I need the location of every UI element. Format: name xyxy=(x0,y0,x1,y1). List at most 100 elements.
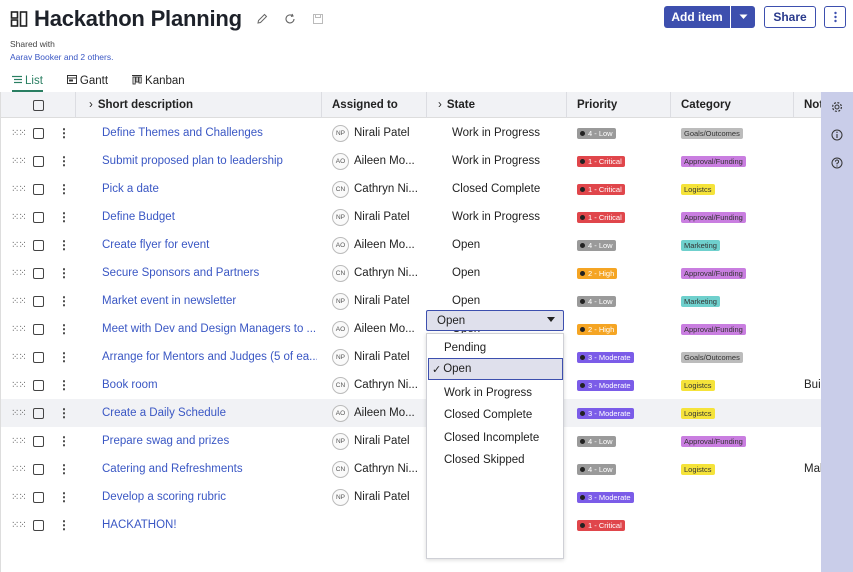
add-item-dropdown-button[interactable] xyxy=(731,6,755,28)
row-menu-icon[interactable]: ⋮ xyxy=(58,147,70,175)
drag-handle-icon[interactable]: ⁙⁙ xyxy=(11,315,26,343)
priority-cell[interactable]: 4 - Low xyxy=(577,231,667,259)
task-description-link[interactable]: Create flyer for event xyxy=(102,231,317,259)
row-menu-icon[interactable]: ⋮ xyxy=(58,511,70,539)
row-menu-icon[interactable]: ⋮ xyxy=(58,343,70,371)
task-description-link[interactable]: Meet with Dev and Design Managers to ... xyxy=(102,315,317,343)
task-description-link[interactable]: Pick a date xyxy=(102,175,317,203)
table-row[interactable]: ⁙⁙ ⋮ Meet with Dev and Design Managers to … xyxy=(1,315,821,343)
row-checkbox[interactable] xyxy=(33,315,44,343)
assignee[interactable]: NP Nirali Patel xyxy=(332,119,422,147)
dropdown-option[interactable]: Pending xyxy=(427,337,563,359)
add-item-button[interactable]: Add item xyxy=(664,6,730,28)
task-description-link[interactable]: HACKATHON! xyxy=(102,511,317,539)
row-menu-icon[interactable]: ⋮ xyxy=(58,315,70,343)
drag-handle-icon[interactable]: ⁙⁙ xyxy=(11,511,26,539)
drag-handle-icon[interactable]: ⁙⁙ xyxy=(11,203,26,231)
category-cell[interactable]: Approval/Funding xyxy=(681,203,791,231)
row-menu-icon[interactable]: ⋮ xyxy=(58,399,70,427)
info-icon[interactable] xyxy=(831,129,843,141)
category-cell[interactable]: Goals/Outcomes xyxy=(681,119,791,147)
drag-handle-icon[interactable]: ⁙⁙ xyxy=(11,259,26,287)
table-row[interactable]: ⁙⁙ ⋮ Create a Daily Schedule AO Aileen Mo...… xyxy=(1,399,821,427)
drag-handle-icon[interactable]: ⁙⁙ xyxy=(11,287,26,315)
column-header-assigned-to[interactable]: Assigned to xyxy=(332,92,398,118)
dropdown-option[interactable]: Closed Incomplete xyxy=(427,427,563,449)
category-cell[interactable]: Approval/Funding xyxy=(681,259,791,287)
row-menu-icon[interactable]: ⋮ xyxy=(58,119,70,147)
category-cell[interactable]: Approval/Funding xyxy=(681,315,791,343)
state-select[interactable]: Open xyxy=(426,310,564,331)
task-description-link[interactable]: Book room xyxy=(102,371,317,399)
drag-handle-icon[interactable]: ⁙⁙ xyxy=(11,343,26,371)
dropdown-option[interactable]: Closed Skipped xyxy=(427,449,563,471)
priority-cell[interactable]: 4 - Low xyxy=(577,455,667,483)
row-menu-icon[interactable]: ⋮ xyxy=(58,287,70,315)
state-cell[interactable]: Closed Complete xyxy=(452,175,562,203)
tab-gantt[interactable]: Gantt xyxy=(66,70,108,92)
category-cell[interactable]: Logistcs xyxy=(681,371,791,399)
table-row[interactable]: ⁙⁙ ⋮ Secure Sponsors and Partners CN Cathryn… xyxy=(1,259,821,287)
row-checkbox[interactable] xyxy=(33,147,44,175)
task-description-link[interactable]: Submit proposed plan to leadership xyxy=(102,147,317,175)
row-checkbox[interactable] xyxy=(33,287,44,315)
table-row[interactable]: ⁙⁙ ⋮ HACKATHON! 1 - Critical xyxy=(1,511,821,539)
assignee[interactable]: NP Nirali Patel xyxy=(332,203,422,231)
row-menu-icon[interactable]: ⋮ xyxy=(58,175,70,203)
assignee[interactable]: AO Aileen Mo... xyxy=(332,399,422,427)
column-header-notes[interactable]: Not xyxy=(804,92,821,118)
assignee[interactable]: AO Aileen Mo... xyxy=(332,315,422,343)
priority-cell[interactable]: 1 - Critical xyxy=(577,175,667,203)
table-row[interactable]: ⁙⁙ ⋮ Define Budget NP Nirali Patel Work in Pr… xyxy=(1,203,821,231)
gear-icon[interactable] xyxy=(831,101,843,113)
table-row[interactable]: ⁙⁙ ⋮ Catering and Refreshments CN Cathryn Ni… xyxy=(1,455,821,483)
drag-handle-icon[interactable]: ⁙⁙ xyxy=(11,119,26,147)
assignee[interactable]: NP Nirali Patel xyxy=(332,483,422,511)
help-icon[interactable] xyxy=(831,157,843,169)
column-header-category[interactable]: Category xyxy=(681,92,731,118)
priority-cell[interactable]: 3 - Moderate xyxy=(577,371,667,399)
assignee[interactable]: CN Cathryn Ni... xyxy=(332,259,422,287)
row-checkbox[interactable] xyxy=(33,259,44,287)
task-description-link[interactable]: Define Budget xyxy=(102,203,317,231)
assignee[interactable]: NP Nirali Patel xyxy=(332,343,422,371)
row-menu-icon[interactable]: ⋮ xyxy=(58,231,70,259)
category-cell[interactable]: Logistcs xyxy=(681,455,791,483)
task-description-link[interactable]: Prepare swag and prizes xyxy=(102,427,317,455)
table-row[interactable]: ⁙⁙ ⋮ Prepare swag and prizes NP Nirali Patel… xyxy=(1,427,821,455)
notes-cell[interactable]: Buil xyxy=(804,371,821,399)
table-row[interactable]: ⁙⁙ ⋮ Develop a scoring rubric NP Nirali Pate… xyxy=(1,483,821,511)
priority-cell[interactable]: 3 - Moderate xyxy=(577,483,667,511)
row-checkbox[interactable] xyxy=(33,175,44,203)
row-checkbox[interactable] xyxy=(33,399,44,427)
task-description-link[interactable]: Catering and Refreshments xyxy=(102,455,317,483)
table-row[interactable]: ⁙⁙ ⋮ Arrange for Mentors and Judges (5 of … xyxy=(1,343,821,371)
table-row[interactable]: ⁙⁙ ⋮ Pick a date CN Cathryn Ni... Closed Comp… xyxy=(1,175,821,203)
edit-icon[interactable] xyxy=(254,11,270,27)
state-cell[interactable]: Work in Progress xyxy=(452,147,562,175)
drag-handle-icon[interactable]: ⁙⁙ xyxy=(11,147,26,175)
task-description-link[interactable]: Develop a scoring rubric xyxy=(102,483,317,511)
table-row[interactable]: ⁙⁙ ⋮ Submit proposed plan to leadership AO A… xyxy=(1,147,821,175)
state-cell[interactable]: Work in Progress xyxy=(452,119,562,147)
dropdown-option[interactable]: ✓ Open xyxy=(428,358,563,381)
drag-handle-icon[interactable]: ⁙⁙ xyxy=(11,483,26,511)
assignee[interactable]: NP Nirali Patel xyxy=(332,427,422,455)
category-cell[interactable]: Logistcs xyxy=(681,399,791,427)
priority-cell[interactable]: 4 - Low xyxy=(577,427,667,455)
row-checkbox[interactable] xyxy=(33,371,44,399)
assignee[interactable]: CN Cathryn Ni... xyxy=(332,455,422,483)
priority-cell[interactable]: 2 - High xyxy=(577,259,667,287)
refresh-icon[interactable] xyxy=(282,11,298,27)
assignee[interactable]: AO Aileen Mo... xyxy=(332,147,422,175)
task-description-link[interactable]: Secure Sponsors and Partners xyxy=(102,259,317,287)
column-header-priority[interactable]: Priority xyxy=(577,92,617,118)
table-row[interactable]: ⁙⁙ ⋮ Market event in newsletter NP Nirali Pa… xyxy=(1,287,821,315)
priority-cell[interactable]: 4 - Low xyxy=(577,287,667,315)
priority-cell[interactable]: 1 - Critical xyxy=(577,147,667,175)
row-menu-icon[interactable]: ⋮ xyxy=(58,259,70,287)
share-button[interactable]: Share xyxy=(764,6,816,28)
row-checkbox[interactable] xyxy=(33,427,44,455)
task-description-link[interactable]: Arrange for Mentors and Judges (5 of ea.… xyxy=(102,343,317,371)
save-icon[interactable] xyxy=(310,11,326,27)
